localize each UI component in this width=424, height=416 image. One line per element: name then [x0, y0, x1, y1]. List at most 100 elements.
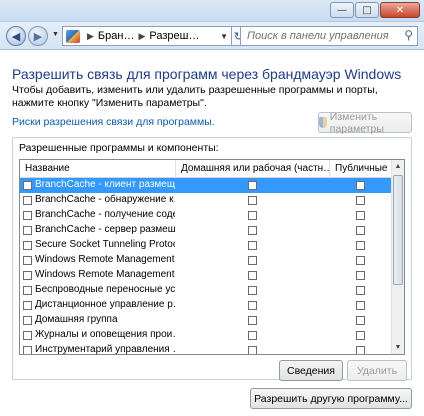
program-name: Windows Remote Management	[35, 254, 175, 265]
back-arrow-icon[interactable]: ◀	[6, 26, 26, 46]
home-network-checkbox[interactable]	[248, 256, 257, 265]
home-network-checkbox[interactable]	[248, 181, 257, 190]
breadcrumb-separator-icon[interactable]: ▶	[87, 31, 94, 42]
breadcrumb-item[interactable]: Разреш…	[149, 30, 199, 42]
home-network-checkbox[interactable]	[248, 301, 257, 310]
remove-button[interactable]: Удалить	[347, 360, 407, 381]
risk-link[interactable]: Риски разрешения связи для программы.	[12, 116, 215, 128]
program-enabled-checkbox[interactable]	[23, 301, 32, 310]
public-network-checkbox[interactable]	[356, 226, 365, 235]
breadcrumb-separator-icon[interactable]: ▶	[138, 31, 145, 42]
navigation-bar: ◀ ▶ ▼ ▶ Бран… ▶ Разреш… ▼ ↻ Поиск в пане…	[0, 22, 424, 50]
program-enabled-checkbox[interactable]	[23, 286, 32, 295]
uac-shield-icon	[319, 117, 327, 128]
column-header-public[interactable]: Публичные	[330, 160, 392, 178]
details-button[interactable]: Сведения	[279, 360, 343, 381]
search-input[interactable]: Поиск в панели управления ⚲	[240, 26, 418, 46]
table-row[interactable]: Беспроводные переносные ус…	[20, 283, 392, 298]
program-enabled-checkbox[interactable]	[23, 241, 32, 250]
home-network-checkbox[interactable]	[248, 271, 257, 280]
breadcrumb-item[interactable]: Бран…	[98, 30, 135, 42]
home-network-checkbox[interactable]	[248, 316, 257, 325]
table-row[interactable]: Дистанционное управление р…	[20, 298, 392, 313]
address-bar[interactable]: ▶ Бран… ▶ Разреш… ▼	[62, 26, 232, 46]
table-row[interactable]: BranchCache - обнаружение к…	[20, 193, 392, 208]
home-network-checkbox[interactable]	[248, 346, 257, 354]
search-placeholder: Поиск в панели управления	[247, 30, 389, 42]
public-network-checkbox[interactable]	[356, 211, 365, 220]
program-name: Беспроводные переносные ус…	[35, 284, 175, 295]
window-controls: — □ ✕	[329, 2, 420, 18]
address-dropdown-icon[interactable]: ▼	[220, 32, 228, 41]
programs-list[interactable]: Название Домашняя или рабочая (частн… Пу…	[19, 159, 405, 355]
home-network-checkbox[interactable]	[248, 211, 257, 220]
program-enabled-checkbox[interactable]	[23, 211, 32, 220]
list-header: Название Домашняя или рабочая (частн… Пу…	[20, 160, 392, 178]
program-name: Инструментарий управления …	[35, 344, 175, 355]
scroll-thumb[interactable]	[393, 175, 403, 285]
column-header-home[interactable]: Домашняя или рабочая (частн…	[176, 160, 330, 178]
close-icon[interactable]: ✕	[380, 2, 420, 18]
table-row[interactable]: BranchCache - сервер размещ…	[20, 223, 392, 238]
change-settings-button[interactable]: Изменить параметры	[318, 110, 412, 135]
vertical-scrollbar[interactable]: ▲ ▼	[391, 160, 404, 354]
program-name: BranchCache - клиент размещ…	[35, 179, 175, 190]
table-row[interactable]: Домашняя группа	[20, 313, 392, 328]
program-enabled-checkbox[interactable]	[23, 271, 32, 280]
column-header-name[interactable]: Название	[20, 160, 176, 178]
control-panel-icon	[66, 29, 80, 43]
page-description: Чтобы добавить, изменить или удалить раз…	[12, 84, 378, 109]
window-titlebar: — □ ✕	[0, 0, 424, 22]
home-network-checkbox[interactable]	[248, 286, 257, 295]
search-icon[interactable]: ⚲	[404, 28, 413, 42]
program-name: Домашняя группа	[35, 314, 118, 325]
program-name: BranchCache - сервер размещ…	[35, 224, 175, 235]
public-network-checkbox[interactable]	[356, 241, 365, 250]
public-network-checkbox[interactable]	[356, 256, 365, 265]
forward-arrow-icon[interactable]: ▶	[28, 26, 48, 46]
program-rows: BranchCache - клиент размещ… BranchCache …	[20, 178, 392, 355]
program-name: Windows Remote Management …	[35, 269, 175, 280]
program-name: Журналы и оповещения прои…	[35, 329, 175, 340]
table-row[interactable]: Журналы и оповещения прои…	[20, 328, 392, 343]
program-name: Дистанционное управление р…	[35, 299, 175, 310]
public-network-checkbox[interactable]	[356, 346, 365, 354]
public-network-checkbox[interactable]	[356, 286, 365, 295]
program-enabled-checkbox[interactable]	[23, 196, 32, 205]
table-row[interactable]: BranchCache - клиент размещ…	[20, 178, 392, 193]
program-name: BranchCache - получение соде…	[35, 209, 175, 220]
home-network-checkbox[interactable]	[248, 241, 257, 250]
program-enabled-checkbox[interactable]	[23, 226, 32, 235]
public-network-checkbox[interactable]	[356, 196, 365, 205]
program-name: Secure Socket Tunneling Protocol	[35, 239, 175, 250]
table-row[interactable]: BranchCache - получение соде…	[20, 208, 392, 223]
group-title: Разрешенные программы и компоненты:	[19, 142, 219, 154]
table-row[interactable]: Инструментарий управления …	[20, 343, 392, 355]
program-enabled-checkbox[interactable]	[23, 346, 32, 354]
program-enabled-checkbox[interactable]	[23, 256, 32, 265]
home-network-checkbox[interactable]	[248, 196, 257, 205]
program-enabled-checkbox[interactable]	[23, 181, 32, 190]
scroll-down-icon[interactable]: ▼	[392, 341, 404, 354]
program-enabled-checkbox[interactable]	[23, 331, 32, 340]
scroll-up-icon[interactable]: ▲	[392, 160, 404, 173]
table-row[interactable]: Windows Remote Management …	[20, 268, 392, 283]
home-network-checkbox[interactable]	[248, 331, 257, 340]
page-title: Разрешить связь для программ через бранд…	[12, 66, 402, 82]
home-network-checkbox[interactable]	[248, 226, 257, 235]
change-settings-label: Изменить параметры	[329, 110, 384, 135]
program-enabled-checkbox[interactable]	[23, 316, 32, 325]
minimize-icon[interactable]: —	[330, 2, 354, 18]
allow-other-program-button[interactable]: Разрешить другую программу...	[250, 388, 412, 409]
public-network-checkbox[interactable]	[356, 331, 365, 340]
public-network-checkbox[interactable]	[356, 316, 365, 325]
history-dropdown-icon[interactable]: ▼	[52, 31, 59, 38]
allowed-programs-group: Разрешенные программы и компоненты: Назв…	[12, 137, 412, 381]
table-row[interactable]: Secure Socket Tunneling Protocol	[20, 238, 392, 253]
maximize-icon[interactable]: □	[355, 2, 379, 18]
public-network-checkbox[interactable]	[356, 181, 365, 190]
table-row[interactable]: Windows Remote Management	[20, 253, 392, 268]
public-network-checkbox[interactable]	[356, 301, 365, 310]
program-name: BranchCache - обнаружение к…	[35, 194, 175, 205]
public-network-checkbox[interactable]	[356, 271, 365, 280]
